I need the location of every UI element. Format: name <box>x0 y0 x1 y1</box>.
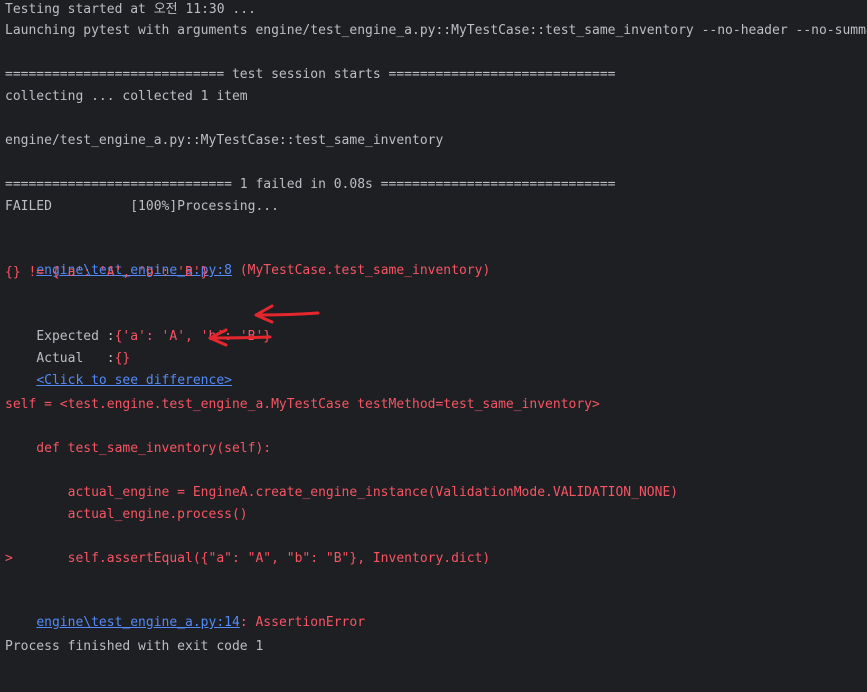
pytest-launch-line: Launching pytest with arguments engine/t… <box>5 23 867 38</box>
console-output: Testing started at 오전 11:30 ... Launchin… <box>0 0 867 692</box>
source-link-line-14[interactable]: engine\test_engine_a.py:14 <box>36 615 240 630</box>
test-start-line: Testing started at 오전 11:30 ... <box>5 2 256 17</box>
code-assert-line: > self.assertEqual({"a": "A", "b": "B"},… <box>5 551 491 566</box>
assertion-message: {} != {'a': 'A', 'b': 'B'} <box>5 265 209 280</box>
failure-location-line: engine\test_engine_a.py:8 (MyTestCase.te… <box>5 241 490 278</box>
test-id-line: engine/test_engine_a.py::MyTestCase::tes… <box>5 133 444 148</box>
assertion-error-label: : AssertionError <box>239 615 366 630</box>
failure-test-name: (MyTestCase.test_same_inventory) <box>231 263 491 278</box>
see-difference-link[interactable]: <Click to see difference> <box>36 373 232 388</box>
code-create-engine-line: actual_engine = EngineA.create_engine_in… <box>5 485 679 500</box>
session-start-line: ============================ test sessio… <box>5 67 616 82</box>
actual-line: Actual :{} <box>5 329 130 366</box>
error-location-line: engine\test_engine_a.py:14: AssertionErr… <box>5 593 365 630</box>
process-finished-line: Process finished with exit code 1 <box>5 639 264 654</box>
collecting-line: collecting ... collected 1 item <box>5 89 248 104</box>
expected-line: Expected :{'a': 'A', 'b': 'B'} <box>5 307 271 344</box>
failed-summary-line: ============================= 1 failed i… <box>5 177 616 192</box>
self-repr-line: self = <test.engine.test_engine_a.MyTest… <box>5 397 600 412</box>
diff-line: <Click to see difference> <box>5 351 232 388</box>
expected-value: {'a': 'A', 'b': 'B'} <box>114 329 272 344</box>
failed-status-line: FAILED [100%]Processing... <box>5 199 279 214</box>
code-process-line: actual_engine.process() <box>5 507 248 522</box>
code-def-line: def test_same_inventory(self): <box>5 441 272 456</box>
